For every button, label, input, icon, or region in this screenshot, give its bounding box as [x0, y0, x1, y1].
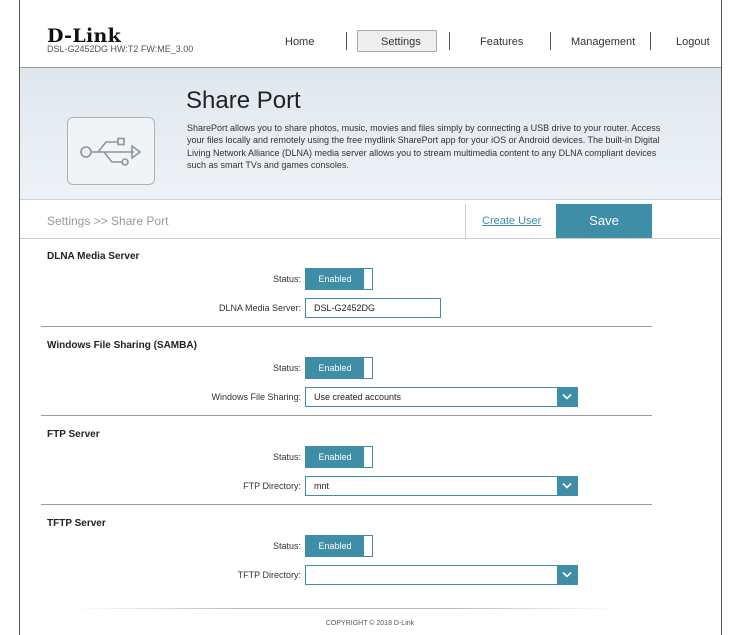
- tftp-directory-label: TFTP Directory:: [237, 570, 301, 580]
- section-title-ftp: FTP Server: [47, 429, 100, 440]
- tftp-status-label: Status:: [272, 541, 301, 551]
- toolbar-underline: [20, 238, 721, 239]
- usb-icon: [67, 117, 155, 185]
- nav-divider: [449, 32, 450, 50]
- samba-sharing-label: Windows File Sharing:: [211, 392, 301, 402]
- nav-divider: [550, 32, 551, 50]
- dlna-server-label: DLNA Media Server:: [218, 303, 301, 313]
- nav-features[interactable]: Features: [480, 36, 523, 48]
- ftp-status-label: Status:: [272, 452, 301, 462]
- ftp-directory-label: FTP Directory:: [243, 481, 301, 491]
- ftp-status-value: Enabled: [306, 447, 364, 467]
- dlna-server-input[interactable]: DSL-G2452DG: [305, 298, 441, 318]
- copyright-text: COPYRIGHT © 2018 D-Link: [325, 620, 415, 627]
- samba-status-toggle[interactable]: Enabled: [305, 357, 373, 379]
- page-title: Share Port: [186, 87, 301, 114]
- samba-sharing-value: Use created accounts: [314, 392, 402, 402]
- page-description: SharePort allows you to share photos, mu…: [187, 123, 661, 170]
- section-divider: [41, 415, 652, 416]
- samba-status-label: Status:: [272, 363, 301, 373]
- chevron-down-icon[interactable]: [557, 477, 577, 495]
- toolbar-divider: [465, 204, 466, 238]
- section-title-samba: Windows File Sharing (SAMBA): [47, 340, 197, 351]
- dlna-status-value: Enabled: [306, 269, 364, 289]
- chevron-down-icon[interactable]: [557, 388, 577, 406]
- nav-divider: [346, 32, 347, 50]
- section-title-dlna: DLNA Media Server: [47, 251, 140, 262]
- section-divider: [41, 326, 652, 327]
- nav-logout[interactable]: Logout: [676, 36, 710, 48]
- save-button[interactable]: Save: [556, 204, 652, 238]
- ftp-directory-value: mnt: [314, 481, 330, 491]
- samba-status-value: Enabled: [306, 358, 364, 378]
- ftp-status-toggle[interactable]: Enabled: [305, 446, 373, 468]
- nav-divider: [650, 32, 651, 50]
- tftp-directory-select[interactable]: [305, 565, 578, 585]
- nav-home[interactable]: Home: [285, 36, 314, 48]
- dlna-status-label: Status:: [272, 274, 301, 284]
- create-user-link[interactable]: Create User: [482, 215, 541, 227]
- dlna-status-toggle[interactable]: Enabled: [305, 268, 373, 290]
- ftp-directory-select[interactable]: mnt: [305, 476, 578, 496]
- footer-divider: [73, 608, 617, 609]
- section-title-tftp: TFTP Server: [47, 518, 106, 529]
- section-divider: [41, 504, 652, 505]
- tftp-status-value: Enabled: [306, 536, 364, 556]
- nav-management[interactable]: Management: [571, 36, 635, 48]
- tftp-status-toggle[interactable]: Enabled: [305, 535, 373, 557]
- model-info: DSL-G2452DG HW:T2 FW:ME_3.00: [47, 44, 194, 54]
- samba-sharing-select[interactable]: Use created accounts: [305, 387, 578, 407]
- breadcrumb: Settings >> Share Port: [47, 214, 169, 228]
- nav-settings[interactable]: Settings: [381, 36, 421, 48]
- chevron-down-icon[interactable]: [557, 566, 577, 584]
